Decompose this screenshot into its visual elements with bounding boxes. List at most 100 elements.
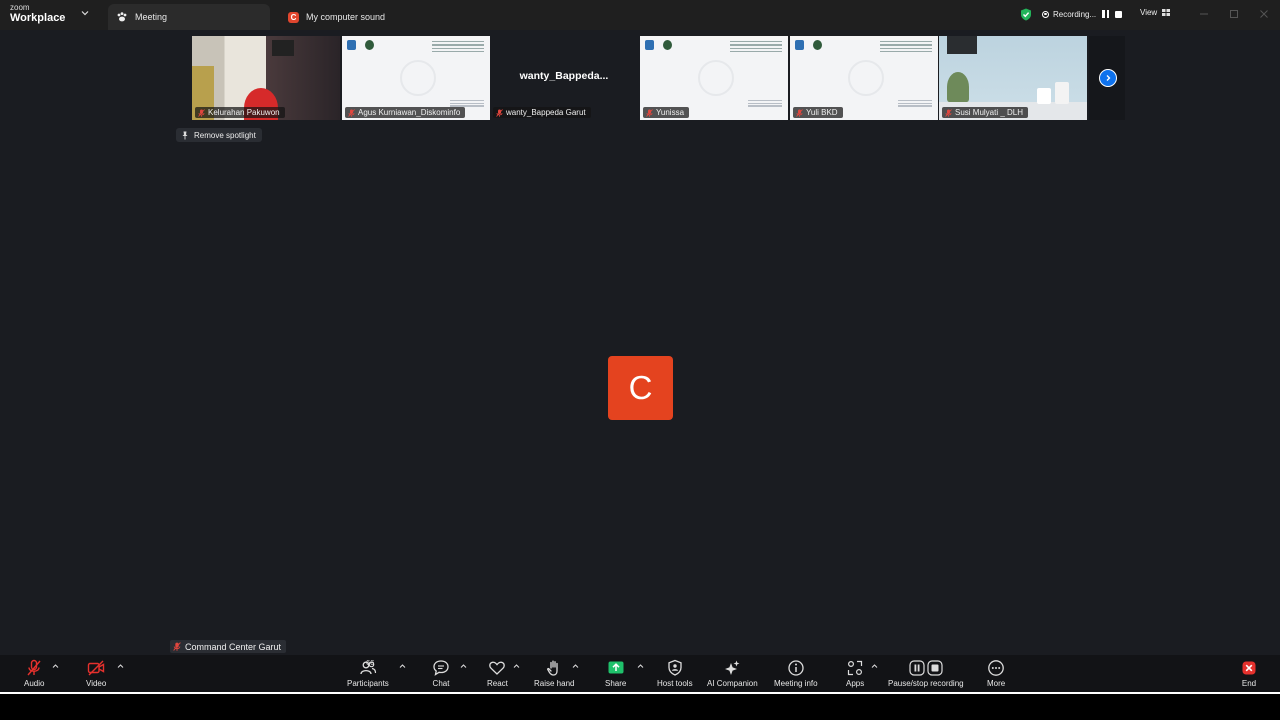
emblem-icon: [795, 40, 804, 50]
pause-stop-recording-button[interactable]: Pause/stop recording: [888, 659, 964, 688]
heart-icon: [489, 661, 506, 675]
raise-hand-options-caret-icon[interactable]: [572, 663, 579, 669]
more-label: More: [987, 679, 1006, 688]
brand-small-text: zoom: [10, 3, 30, 12]
remove-spotlight-button[interactable]: Remove spotlight: [176, 128, 262, 142]
watermark-icon: [848, 60, 884, 96]
speaker-name-tag: Command Center Garut: [170, 640, 287, 653]
participant-tile[interactable]: Agus Kurniawan_Diskominfo: [342, 36, 490, 120]
share-button[interactable]: Share: [605, 659, 626, 688]
ai-companion-button[interactable]: AI Companion: [707, 659, 758, 688]
tab-computer-sound[interactable]: C My computer sound: [280, 4, 460, 30]
video-off-icon: [87, 660, 105, 676]
video-label: Video: [86, 679, 107, 688]
react-button[interactable]: React: [487, 659, 508, 688]
chat-button[interactable]: Chat: [432, 659, 450, 688]
share-options-caret-icon[interactable]: [637, 663, 644, 669]
tab-meeting-label: Meeting: [135, 12, 168, 22]
audio-button[interactable]: Audio: [24, 659, 44, 688]
participant-tile[interactable]: Susi Mulyati _ DLH: [939, 36, 1087, 120]
chevron-down-icon[interactable]: [80, 8, 90, 18]
meeting-info-button[interactable]: Meeting info: [774, 659, 818, 688]
raise-hand-label: Raise hand: [534, 679, 575, 688]
emblem-icon: [813, 40, 822, 50]
participant-strip: Kelurahan Pakuwon Agus Kurniawan_Diskomi…: [190, 36, 1125, 121]
participants-label: Participants: [347, 679, 389, 688]
muted-mic-icon: [198, 108, 205, 117]
chat-label: Chat: [432, 679, 450, 688]
participant-name-tag: Yuli BKD: [793, 107, 843, 118]
host-tools-button[interactable]: Host tools: [657, 659, 693, 688]
view-button[interactable]: View: [1140, 8, 1171, 17]
chat-options-caret-icon[interactable]: [460, 663, 467, 669]
recording-label: Recording...: [1053, 9, 1097, 19]
speaker-name: Command Center Garut: [185, 641, 282, 652]
host-tools-label: Host tools: [657, 679, 693, 688]
emblem-icon: [347, 40, 356, 50]
tab-meeting[interactable]: Meeting: [108, 4, 270, 30]
security-shield-icon[interactable]: [1020, 8, 1032, 21]
muted-mic-icon: [945, 108, 952, 117]
recording-indicator[interactable]: Recording...: [1020, 6, 1123, 22]
title-bar: zoom Workplace Meeting C My computer sou…: [0, 0, 1280, 30]
meeting-info-label: Meeting info: [774, 679, 818, 688]
ai-companion-label: AI Companion: [707, 679, 758, 688]
speaker-avatar: C: [608, 356, 673, 420]
apps-icon: [848, 660, 863, 676]
muted-mic-icon: [348, 108, 355, 117]
raise-hand-button[interactable]: Raise hand: [534, 659, 574, 688]
apps-label: Apps: [846, 679, 865, 688]
pause-stop-icon: [909, 660, 943, 676]
remove-spotlight-label: Remove spotlight: [194, 130, 256, 140]
participant-name-tag: Kelurahan Pakuwon: [195, 107, 285, 118]
sparkle-icon: [725, 660, 740, 675]
muted-mic-icon: [496, 108, 503, 117]
audio-options-caret-icon[interactable]: [52, 663, 59, 669]
watermark-icon: [400, 60, 436, 96]
participant-tile[interactable]: Kelurahan Pakuwon: [192, 36, 340, 120]
end-button[interactable]: End: [1240, 659, 1258, 688]
video-button[interactable]: Video: [86, 659, 106, 688]
minimize-icon[interactable]: [1199, 9, 1209, 19]
participant-tile[interactable]: Yunissa: [640, 36, 788, 120]
video-options-caret-icon[interactable]: [117, 663, 124, 669]
participant-display-name: wanty_Bappeda...: [519, 70, 609, 82]
pin-icon: [182, 131, 188, 139]
muted-mic-icon: [173, 642, 181, 651]
pause-stop-recording-label: Pause/stop recording: [888, 679, 964, 688]
participant-name-tag: Susi Mulyati _ DLH: [942, 107, 1029, 118]
participant-tile[interactable]: wanty_Bappeda... wanty_Bappeda Garut: [490, 36, 638, 120]
tab-computer-sound-label: My computer sound: [306, 12, 386, 22]
shield-icon: [668, 659, 682, 676]
emblem-icon: [645, 40, 654, 50]
muted-mic-icon: [646, 108, 653, 117]
close-icon[interactable]: [1259, 9, 1269, 19]
share-source-icon: C: [288, 11, 299, 23]
participants-button[interactable]: 66 Participants: [347, 658, 389, 688]
hand-icon: [547, 660, 558, 676]
end-call-icon: [1242, 661, 1256, 675]
pause-icon[interactable]: [1102, 10, 1110, 18]
apps-options-caret-icon[interactable]: [871, 663, 878, 669]
participant-tile[interactable]: Yuli BKD: [790, 36, 938, 120]
meeting-toolbar: Audio Video 66 Participants Chat React R…: [0, 655, 1280, 693]
grid-view-icon: [1162, 9, 1171, 16]
info-icon: [788, 660, 804, 676]
share-screen-icon: [608, 661, 624, 674]
participants-options-caret-icon[interactable]: [399, 663, 406, 669]
more-button[interactable]: More: [987, 659, 1005, 688]
next-page-button[interactable]: [1099, 69, 1117, 87]
view-label: View: [1140, 8, 1158, 17]
emblem-icon: [663, 40, 672, 50]
react-label: React: [487, 679, 508, 688]
chevron-right-icon: [1106, 75, 1111, 81]
zoom-workplace-logo[interactable]: zoom Workplace: [10, 4, 65, 24]
muted-mic-icon: [796, 108, 803, 117]
stop-icon[interactable]: [1115, 10, 1123, 18]
apps-button[interactable]: Apps: [846, 659, 864, 688]
recording-dot-icon: [1042, 10, 1049, 18]
maximize-icon[interactable]: [1229, 9, 1239, 19]
chat-icon: [433, 660, 449, 676]
more-icon: [988, 660, 1004, 676]
react-options-caret-icon[interactable]: [513, 663, 520, 669]
